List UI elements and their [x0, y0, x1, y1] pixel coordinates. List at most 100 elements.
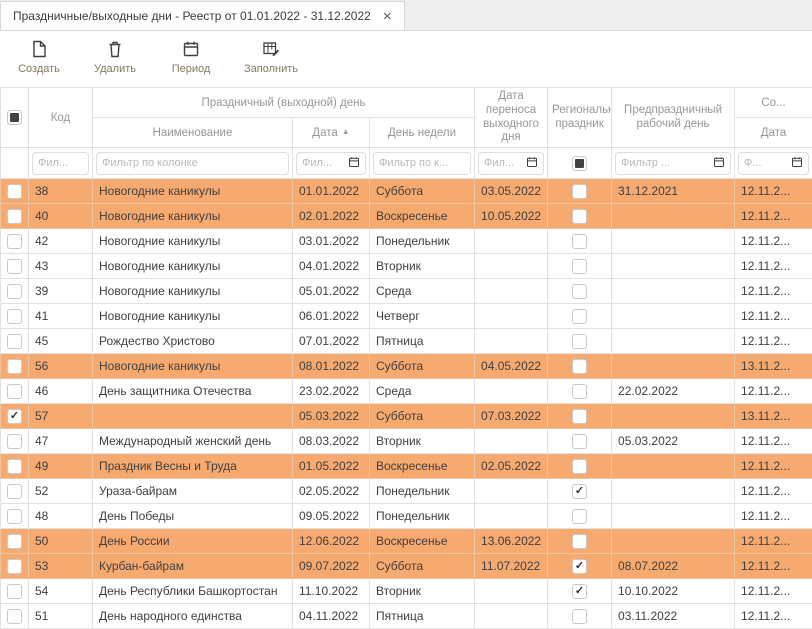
- row-select-checkbox[interactable]: [7, 559, 22, 574]
- regional-checkbox[interactable]: [572, 234, 587, 249]
- table-row[interactable]: 56Новогодние каникулы08.01.2022Суббота04…: [1, 354, 812, 379]
- column-header-transfer[interactable]: Дата переноса выходного дня: [475, 88, 548, 148]
- row-select-checkbox[interactable]: [7, 209, 22, 224]
- row-select-checkbox[interactable]: [7, 484, 22, 499]
- cell-regional: [548, 429, 612, 454]
- cell-weekday: Понедельник: [370, 479, 475, 504]
- fill-button[interactable]: Заполнить: [244, 39, 298, 75]
- period-button[interactable]: Период: [168, 39, 214, 75]
- regional-checkbox[interactable]: [572, 359, 587, 374]
- row-select-checkbox[interactable]: [7, 309, 22, 324]
- cell-name: Новогодние каникулы: [93, 204, 293, 229]
- row-select-checkbox[interactable]: [7, 184, 22, 199]
- regional-checkbox[interactable]: [572, 259, 587, 274]
- regional-filter-checkbox[interactable]: [572, 156, 587, 171]
- table-row[interactable]: 39Новогодние каникулы05.01.2022Среда12.1…: [1, 279, 812, 304]
- cell-name: Курбан-байрам: [93, 554, 293, 579]
- row-select-checkbox[interactable]: [7, 509, 22, 524]
- filter-name-input[interactable]: [102, 157, 283, 169]
- column-header-date[interactable]: Дата▲: [293, 118, 370, 148]
- cell-date: 02.01.2022: [293, 204, 370, 229]
- cell-weekday: Среда: [370, 279, 475, 304]
- row-select-checkbox[interactable]: [7, 259, 22, 274]
- table-row[interactable]: 5705.03.2022Суббота07.03.202213.11.2...: [1, 404, 812, 429]
- regional-checkbox[interactable]: [572, 559, 587, 574]
- filter-preholiday-input[interactable]: [621, 157, 710, 169]
- table-row[interactable]: 54День Республики Башкортостан11.10.2022…: [1, 579, 812, 604]
- cell-transfer-date: 07.03.2022: [475, 404, 548, 429]
- regional-checkbox[interactable]: [572, 334, 587, 349]
- calendar-icon[interactable]: [791, 156, 803, 171]
- create-button[interactable]: Создать: [16, 39, 62, 75]
- table-row[interactable]: 38Новогодние каникулы01.01.2022Суббота03…: [1, 179, 812, 204]
- column-header-regional[interactable]: Региональный праздник: [548, 88, 612, 148]
- regional-checkbox[interactable]: [572, 459, 587, 474]
- calendar-icon[interactable]: [713, 156, 725, 171]
- regional-checkbox[interactable]: [572, 609, 587, 624]
- regional-checkbox[interactable]: [572, 184, 587, 199]
- select-all-header[interactable]: [1, 88, 29, 148]
- band-holiday: Праздничный (выходной) день: [93, 88, 475, 118]
- table-row[interactable]: 50День России12.06.2022Воскресенье13.06.…: [1, 529, 812, 554]
- regional-checkbox[interactable]: [572, 309, 587, 324]
- filter-transfer-input[interactable]: [484, 157, 523, 169]
- table-row[interactable]: 45Рождество Христово07.01.2022Пятница12.…: [1, 329, 812, 354]
- tab-holidays-register[interactable]: Праздничные/выходные дни - Реестр от 01.…: [0, 1, 405, 30]
- table-row[interactable]: 49Праздник Весны и Труда01.05.2022Воскре…: [1, 454, 812, 479]
- cell-created-date: 12.11.2...: [735, 254, 812, 279]
- table-row[interactable]: 51День народного единства04.11.2022Пятни…: [1, 604, 812, 629]
- row-select-checkbox[interactable]: [7, 359, 22, 374]
- filter-date-input[interactable]: [302, 157, 345, 169]
- column-header-name[interactable]: Наименование: [93, 118, 293, 148]
- table-row[interactable]: 52Ураза-байрам02.05.2022Понедельник12.11…: [1, 479, 812, 504]
- column-header-created-date[interactable]: Дата: [735, 118, 812, 148]
- calendar-icon[interactable]: [348, 156, 360, 171]
- row-select-checkbox[interactable]: [7, 384, 22, 399]
- cell-transfer-date: 04.05.2022: [475, 354, 548, 379]
- column-header-code[interactable]: Код: [29, 88, 93, 148]
- row-select-checkbox[interactable]: [7, 409, 22, 424]
- cell-preholiday-date: [612, 404, 735, 429]
- regional-checkbox[interactable]: [572, 384, 587, 399]
- regional-checkbox[interactable]: [572, 534, 587, 549]
- regional-checkbox[interactable]: [572, 509, 587, 524]
- regional-checkbox[interactable]: [572, 284, 587, 299]
- table-row[interactable]: 48День Победы09.05.2022Понедельник12.11.…: [1, 504, 812, 529]
- close-icon[interactable]: ×: [383, 9, 392, 24]
- column-header-preholiday[interactable]: Предпраздничный рабочий день: [612, 88, 735, 148]
- row-select-checkbox[interactable]: [7, 584, 22, 599]
- filter-code-input[interactable]: [38, 157, 83, 169]
- cell-date: 09.05.2022: [293, 504, 370, 529]
- table-row[interactable]: 46День защитника Отечества23.02.2022Сред…: [1, 379, 812, 404]
- cell-code: 56: [29, 354, 93, 379]
- row-select-checkbox[interactable]: [7, 534, 22, 549]
- regional-checkbox[interactable]: [572, 484, 587, 499]
- calendar-icon[interactable]: [526, 156, 538, 171]
- table-row[interactable]: 47Международный женский день08.03.2022Вт…: [1, 429, 812, 454]
- cell-name: Новогодние каникулы: [93, 254, 293, 279]
- cell-transfer-date: [475, 429, 548, 454]
- regional-checkbox[interactable]: [572, 409, 587, 424]
- delete-button[interactable]: Удалить: [92, 39, 138, 75]
- cell-name: Новогодние каникулы: [93, 304, 293, 329]
- row-select-checkbox[interactable]: [7, 334, 22, 349]
- row-select-checkbox[interactable]: [7, 234, 22, 249]
- table-row[interactable]: 53Курбан-байрам09.07.2022Суббота11.07.20…: [1, 554, 812, 579]
- regional-checkbox[interactable]: [572, 434, 587, 449]
- row-select-checkbox[interactable]: [7, 609, 22, 624]
- row-select-checkbox[interactable]: [7, 284, 22, 299]
- regional-checkbox[interactable]: [572, 209, 587, 224]
- row-select-checkbox[interactable]: [7, 459, 22, 474]
- column-header-weekday[interactable]: День недели: [370, 118, 475, 148]
- regional-checkbox[interactable]: [572, 584, 587, 599]
- cell-preholiday-date: [612, 204, 735, 229]
- select-all-checkbox[interactable]: [7, 110, 22, 125]
- table-row[interactable]: 40Новогодние каникулы02.01.2022Воскресен…: [1, 204, 812, 229]
- cell-name: День Республики Башкортостан: [93, 579, 293, 604]
- table-row[interactable]: 42Новогодние каникулы03.01.2022Понедельн…: [1, 229, 812, 254]
- filter-created-input[interactable]: [744, 157, 788, 169]
- filter-weekday-input[interactable]: [379, 157, 465, 169]
- table-row[interactable]: 41Новогодние каникулы06.01.2022Четверг12…: [1, 304, 812, 329]
- table-row[interactable]: 43Новогодние каникулы04.01.2022Вторник12…: [1, 254, 812, 279]
- row-select-checkbox[interactable]: [7, 434, 22, 449]
